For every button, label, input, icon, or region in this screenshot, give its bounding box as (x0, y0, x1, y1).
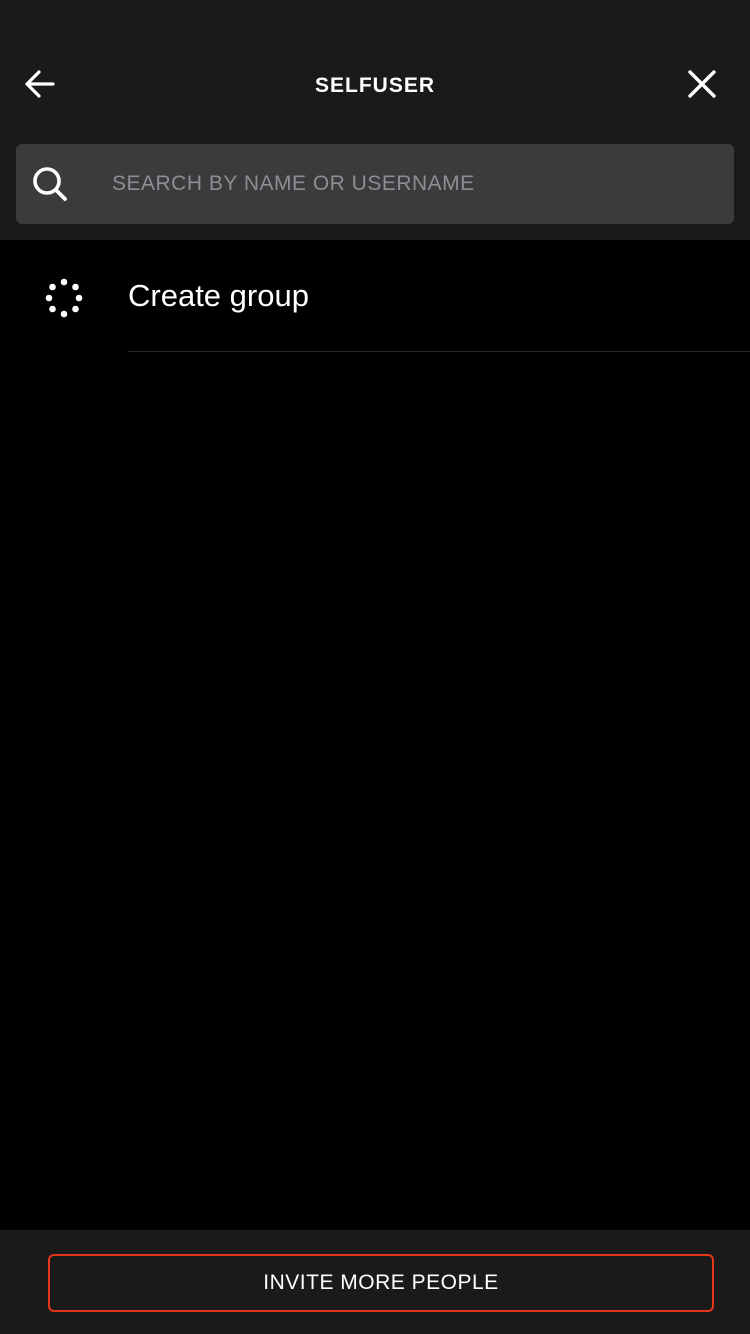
close-icon (688, 70, 716, 98)
list-item-create-group[interactable]: Create group (0, 240, 750, 352)
back-button[interactable] (16, 60, 64, 108)
arrow-left-icon (25, 70, 55, 98)
search-input[interactable] (112, 144, 712, 224)
invite-more-people-button[interactable]: INVITE MORE PEOPLE (48, 1254, 714, 1312)
footer: INVITE MORE PEOPLE (0, 1230, 750, 1334)
list-item-label: Create group (128, 278, 309, 313)
nav-bar: SELFUSER (0, 40, 750, 128)
search-box[interactable] (16, 144, 734, 224)
page-title: SELFUSER (314, 74, 435, 97)
screen: SELFUSER Create group (0, 0, 750, 1334)
group-icon (45, 278, 83, 318)
close-button[interactable] (678, 60, 726, 108)
header: SELFUSER (0, 0, 750, 240)
search-icon (33, 167, 67, 201)
divider (128, 351, 750, 352)
